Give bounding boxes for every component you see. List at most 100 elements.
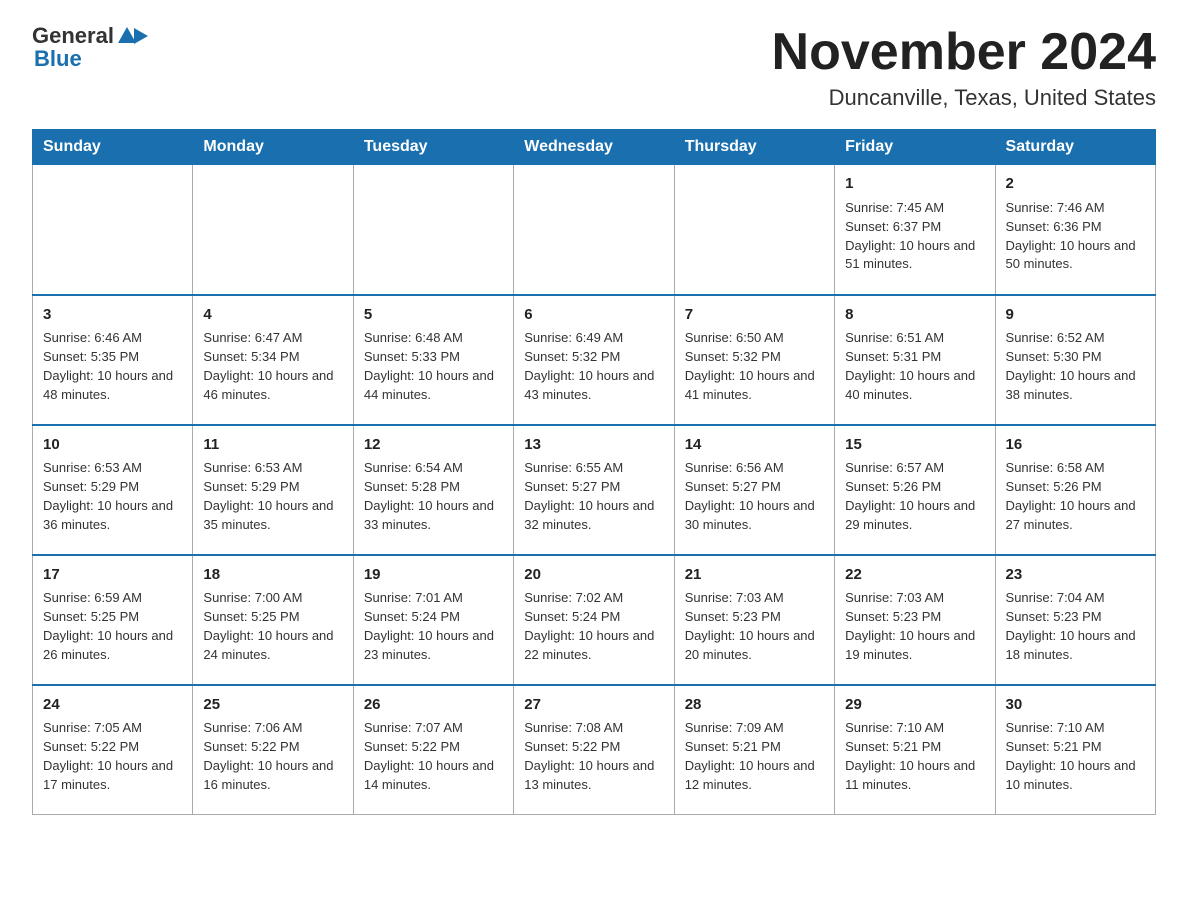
day-number: 16 [1006, 434, 1145, 456]
day-info: Sunrise: 7:10 AMSunset: 5:21 PMDaylight:… [1006, 719, 1145, 794]
logo-icon [116, 25, 148, 47]
day-number: 27 [524, 694, 663, 716]
table-row: 14Sunrise: 6:56 AMSunset: 5:27 PMDayligh… [674, 425, 834, 555]
calendar-week-row: 17Sunrise: 6:59 AMSunset: 5:25 PMDayligh… [33, 555, 1156, 685]
day-number: 29 [845, 694, 984, 716]
table-row: 9 Sunrise: 6:52 AMSunset: 5:30 PMDaylight… [995, 295, 1155, 425]
table-row [33, 165, 193, 295]
calendar-table: Sunday Monday Tuesday Wednesday Thursday… [32, 129, 1156, 815]
day-number: 20 [524, 564, 663, 586]
table-row: 20 Sunrise: 7:02 AMSunset: 5:24 PMDayligh… [514, 555, 674, 685]
table-row: 29 Sunrise: 7:10 AMSunset: 5:21 PMDayligh… [835, 685, 995, 815]
day-number: 1 [845, 173, 984, 195]
col-monday: Monday [193, 130, 353, 165]
day-info: Sunrise: 6:46 AMSunset: 5:35 PMDaylight:… [43, 329, 182, 404]
day-number: 15 [845, 434, 984, 456]
logo: General [32, 24, 148, 48]
day-info: Sunrise: 7:05 AMSunset: 5:22 PMDaylight:… [43, 719, 182, 794]
table-row: 12 Sunrise: 6:54 AMSunset: 5:28 PMDayligh… [353, 425, 513, 555]
day-info: Sunrise: 7:07 AMSunset: 5:22 PMDaylight:… [364, 719, 503, 794]
day-number: 28 [685, 694, 824, 716]
table-row: 25Sunrise: 7:06 AMSunset: 5:22 PMDayligh… [193, 685, 353, 815]
day-number: 25 [203, 694, 342, 716]
day-info: Sunrise: 7:01 AMSunset: 5:24 PMDaylight:… [364, 589, 503, 664]
table-row: 21Sunrise: 7:03 AMSunset: 5:23 PMDayligh… [674, 555, 834, 685]
calendar-title: November 2024 [772, 24, 1156, 81]
day-info: Sunrise: 7:08 AMSunset: 5:22 PMDaylight:… [524, 719, 663, 794]
table-row: 1 Sunrise: 7:45 AMSunset: 6:37 PMDaylight… [835, 165, 995, 295]
calendar-week-row: 1 Sunrise: 7:45 AMSunset: 6:37 PMDaylight… [33, 165, 1156, 295]
day-info: Sunrise: 6:53 AMSunset: 5:29 PMDaylight:… [43, 459, 182, 534]
logo-area: General Blue [32, 24, 148, 72]
table-row: 11 Sunrise: 6:53 AMSunset: 5:29 PMDayligh… [193, 425, 353, 555]
calendar-week-row: 24 Sunrise: 7:05 AMSunset: 5:22 PMDayligh… [33, 685, 1156, 815]
day-number: 9 [1006, 304, 1145, 326]
day-number: 22 [845, 564, 984, 586]
table-row [353, 165, 513, 295]
day-number: 30 [1006, 694, 1145, 716]
day-number: 4 [203, 304, 342, 326]
day-number: 10 [43, 434, 182, 456]
table-row: 27 Sunrise: 7:08 AMSunset: 5:22 PMDayligh… [514, 685, 674, 815]
day-info: Sunrise: 6:57 AMSunset: 5:26 PMDaylight:… [845, 459, 984, 534]
day-info: Sunrise: 7:09 AMSunset: 5:21 PMDaylight:… [685, 719, 824, 794]
table-row: 18 Sunrise: 7:00 AMSunset: 5:25 PMDayligh… [193, 555, 353, 685]
col-friday: Friday [835, 130, 995, 165]
day-number: 19 [364, 564, 503, 586]
table-row: 7 Sunrise: 6:50 AMSunset: 5:32 PMDaylight… [674, 295, 834, 425]
table-row: 23 Sunrise: 7:04 AMSunset: 5:23 PMDayligh… [995, 555, 1155, 685]
col-sunday: Sunday [33, 130, 193, 165]
day-number: 7 [685, 304, 824, 326]
day-info: Sunrise: 7:04 AMSunset: 5:23 PMDaylight:… [1006, 589, 1145, 664]
day-info: Sunrise: 7:02 AMSunset: 5:24 PMDaylight:… [524, 589, 663, 664]
table-row [193, 165, 353, 295]
table-row: 6Sunrise: 6:49 AMSunset: 5:32 PMDaylight… [514, 295, 674, 425]
table-row: 28 Sunrise: 7:09 AMSunset: 5:21 PMDayligh… [674, 685, 834, 815]
day-info: Sunrise: 7:03 AMSunset: 5:23 PMDaylight:… [845, 589, 984, 664]
day-info: Sunrise: 7:45 AMSunset: 6:37 PMDaylight:… [845, 199, 984, 274]
day-number: 24 [43, 694, 182, 716]
day-number: 11 [203, 434, 342, 456]
day-number: 23 [1006, 564, 1145, 586]
table-row: 16 Sunrise: 6:58 AMSunset: 5:26 PMDayligh… [995, 425, 1155, 555]
table-row [514, 165, 674, 295]
day-info: Sunrise: 6:53 AMSunset: 5:29 PMDaylight:… [203, 459, 342, 534]
day-info: Sunrise: 7:00 AMSunset: 5:25 PMDaylight:… [203, 589, 342, 664]
table-row: 15 Sunrise: 6:57 AMSunset: 5:26 PMDayligh… [835, 425, 995, 555]
day-info: Sunrise: 6:48 AMSunset: 5:33 PMDaylight:… [364, 329, 503, 404]
table-row: 4 Sunrise: 6:47 AMSunset: 5:34 PMDaylight… [193, 295, 353, 425]
day-info: Sunrise: 6:54 AMSunset: 5:28 PMDaylight:… [364, 459, 503, 534]
day-info: Sunrise: 6:47 AMSunset: 5:34 PMDaylight:… [203, 329, 342, 404]
table-row: 22 Sunrise: 7:03 AMSunset: 5:23 PMDayligh… [835, 555, 995, 685]
day-info: Sunrise: 6:59 AMSunset: 5:25 PMDaylight:… [43, 589, 182, 664]
day-info: Sunrise: 6:50 AMSunset: 5:32 PMDaylight:… [685, 329, 824, 404]
calendar-week-row: 10 Sunrise: 6:53 AMSunset: 5:29 PMDayligh… [33, 425, 1156, 555]
table-row [674, 165, 834, 295]
table-row: 3 Sunrise: 6:46 AMSunset: 5:35 PMDaylight… [33, 295, 193, 425]
day-info: Sunrise: 7:10 AMSunset: 5:21 PMDaylight:… [845, 719, 984, 794]
table-row: 10 Sunrise: 6:53 AMSunset: 5:29 PMDayligh… [33, 425, 193, 555]
day-number: 5 [364, 304, 503, 326]
calendar-header-row: Sunday Monday Tuesday Wednesday Thursday… [33, 130, 1156, 165]
table-row: 30 Sunrise: 7:10 AMSunset: 5:21 PMDayligh… [995, 685, 1155, 815]
day-number: 8 [845, 304, 984, 326]
day-info: Sunrise: 6:52 AMSunset: 5:30 PMDaylight:… [1006, 329, 1145, 404]
day-number: 12 [364, 434, 503, 456]
col-tuesday: Tuesday [353, 130, 513, 165]
table-row: 24 Sunrise: 7:05 AMSunset: 5:22 PMDayligh… [33, 685, 193, 815]
logo-general-text: General [32, 24, 114, 48]
table-row: 19 Sunrise: 7:01 AMSunset: 5:24 PMDayligh… [353, 555, 513, 685]
calendar-subtitle: Duncanville, Texas, United States [772, 85, 1156, 111]
page-header: General Blue November 2024 Duncanville, … [32, 24, 1156, 111]
day-number: 2 [1006, 173, 1145, 195]
table-row: 26 Sunrise: 7:07 AMSunset: 5:22 PMDayligh… [353, 685, 513, 815]
day-info: Sunrise: 6:58 AMSunset: 5:26 PMDaylight:… [1006, 459, 1145, 534]
day-number: 13 [524, 434, 663, 456]
day-number: 26 [364, 694, 503, 716]
table-row: 17Sunrise: 6:59 AMSunset: 5:25 PMDayligh… [33, 555, 193, 685]
day-number: 18 [203, 564, 342, 586]
day-number: 3 [43, 304, 182, 326]
day-number: 14 [685, 434, 824, 456]
title-area: November 2024 Duncanville, Texas, United… [772, 24, 1156, 111]
day-info: Sunrise: 6:55 AMSunset: 5:27 PMDaylight:… [524, 459, 663, 534]
